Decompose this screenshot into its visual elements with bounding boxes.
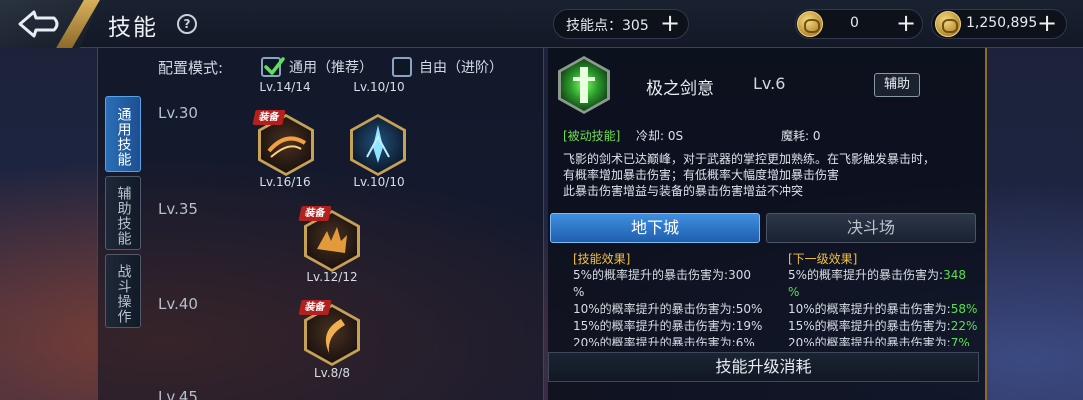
tab-dungeon[interactable]: 地下城 (550, 213, 760, 243)
effect-line-text: 5%的概率提升的暴击伤害为: (788, 268, 944, 282)
tab-assist[interactable]: 辅助技能 (105, 176, 141, 250)
skill-name: 极之剑意 (646, 79, 714, 99)
effect-line: 15%的概率提升的暴击伤害为:22% (788, 318, 983, 335)
equipped-badge: 装备 (298, 300, 332, 315)
effect-line: 5%的概率提升的暴击伤害为:300 (573, 268, 751, 282)
effect-line: 5%的概率提升的暴击伤害为:348 (788, 267, 983, 284)
back-button[interactable] (14, 8, 62, 40)
tree-level-label: Lv.40 (158, 295, 198, 313)
cooldown-text: 冷却: 0S (636, 129, 684, 143)
coin-icon (797, 11, 823, 37)
effects-area: [技能效果] 5%的概率提升的暴击伤害为:300 % 10%的概率提升的暴击伤害… (548, 246, 985, 346)
effect-line: % (788, 284, 983, 301)
current-effect-title: [技能效果] (573, 252, 631, 266)
effect-line: % (573, 285, 585, 299)
skill-level-text: Lv.10/10 (353, 80, 405, 94)
effect-line-value: 348 (943, 268, 966, 282)
tree-level-label: Lv.35 (158, 200, 198, 218)
currency1-value: 0 (850, 15, 859, 31)
description-line: 有概率增加暴击伤害；有低概率大幅度增加暴击伤害 (563, 168, 840, 182)
current-effect-block: [技能效果] 5%的概率提升的暴击伤害为:300 % 10%的概率提升的暴击伤害… (573, 250, 773, 346)
back-arrow-icon (18, 10, 59, 38)
description-line: 飞影的剑术已达巅峰，对于武器的掌控更加熟练。在飞影触发暴击时， (563, 152, 936, 166)
effect-line: 20%的概率提升的暴击伤害为:7% (788, 335, 983, 346)
currency2-value: 1,250,895 (966, 15, 1038, 31)
equipped-badge: 装备 (252, 110, 286, 125)
skill-node-ice[interactable] (350, 114, 406, 176)
skill-node-crescent[interactable]: 装备 (298, 300, 360, 366)
effect-line: 20%的概率提升的暴击伤害为:6% (573, 336, 755, 346)
effect-line: 10%的概率提升的暴击伤害为:58% (788, 301, 983, 318)
skill-level-text: Lv.8/8 (314, 366, 350, 380)
help-icon[interactable]: ? (177, 14, 197, 34)
skill-level-text: Lv.14/14 (259, 80, 311, 94)
effect-line-value: 22% (950, 319, 978, 333)
effect-line-value: % (788, 285, 800, 299)
equipped-badge: 装备 (298, 206, 332, 221)
skill-level-text: Lv.12/12 (306, 270, 358, 284)
description-line: 此暴击伤害增益与装备的暴击伤害增益不冲突 (563, 184, 804, 198)
upgrade-cost-button[interactable]: 技能升级消耗 (548, 352, 979, 382)
add-currency1-button[interactable]: + (895, 11, 917, 35)
check-icon (264, 57, 285, 75)
tree-level-label: Lv.30 (158, 104, 198, 122)
tree-level-label: Lv.45 (158, 388, 198, 400)
effect-line-value: 58% (950, 302, 978, 316)
panel-divider (985, 48, 987, 400)
tab-combat[interactable]: 战斗操作 (105, 254, 141, 328)
skill-level: Lv.6 (753, 74, 786, 93)
effect-line-text: 10%的概率提升的暴击伤害为: (788, 302, 951, 316)
passive-tag: [被动技能] (563, 129, 621, 143)
general-mode-checkbox[interactable] (261, 57, 285, 77)
effect-line-value: 7% (950, 336, 970, 346)
free-mode-label: 自由（进阶） (419, 60, 503, 76)
tab-general[interactable]: 通用技能 (105, 96, 141, 172)
skill-points-label: 技能点：305 (566, 18, 649, 34)
next-effect-block: [下一级效果] 5%的概率提升的暴击伤害为:348 % 10%的概率提升的暴击伤… (788, 250, 983, 346)
next-effect-title: [下一级效果] (788, 252, 858, 266)
effect-line-text: 15%的概率提升的暴击伤害为: (788, 319, 951, 333)
config-mode-label: 配置模式: (158, 59, 224, 77)
skill-type-tag: 辅助 (874, 73, 920, 97)
general-mode-label: 通用（推荐） (289, 60, 373, 76)
effect-line: 10%的概率提升的暴击伤害为:50% (573, 302, 763, 316)
skill-level-text: Lv.10/10 (353, 175, 405, 189)
add-skill-points-button[interactable]: + (659, 11, 681, 35)
skill-node-slash[interactable]: 装备 (252, 110, 314, 176)
gold-coin-icon (935, 11, 961, 37)
mana-cost-text: 魔耗: 0 (781, 129, 821, 143)
free-mode-checkbox[interactable] (392, 57, 412, 77)
tab-arena[interactable]: 决斗场 (766, 213, 976, 243)
page-title: 技能 (108, 15, 158, 41)
add-currency2-button[interactable]: + (1036, 11, 1058, 35)
effect-line: 15%的概率提升的暴击伤害为:19% (573, 319, 763, 333)
skill-level-text: Lv.16/16 (259, 175, 311, 189)
skill-node-beast[interactable]: 装备 (298, 206, 360, 272)
effect-line-text: 20%的概率提升的暴击伤害为: (788, 336, 951, 346)
